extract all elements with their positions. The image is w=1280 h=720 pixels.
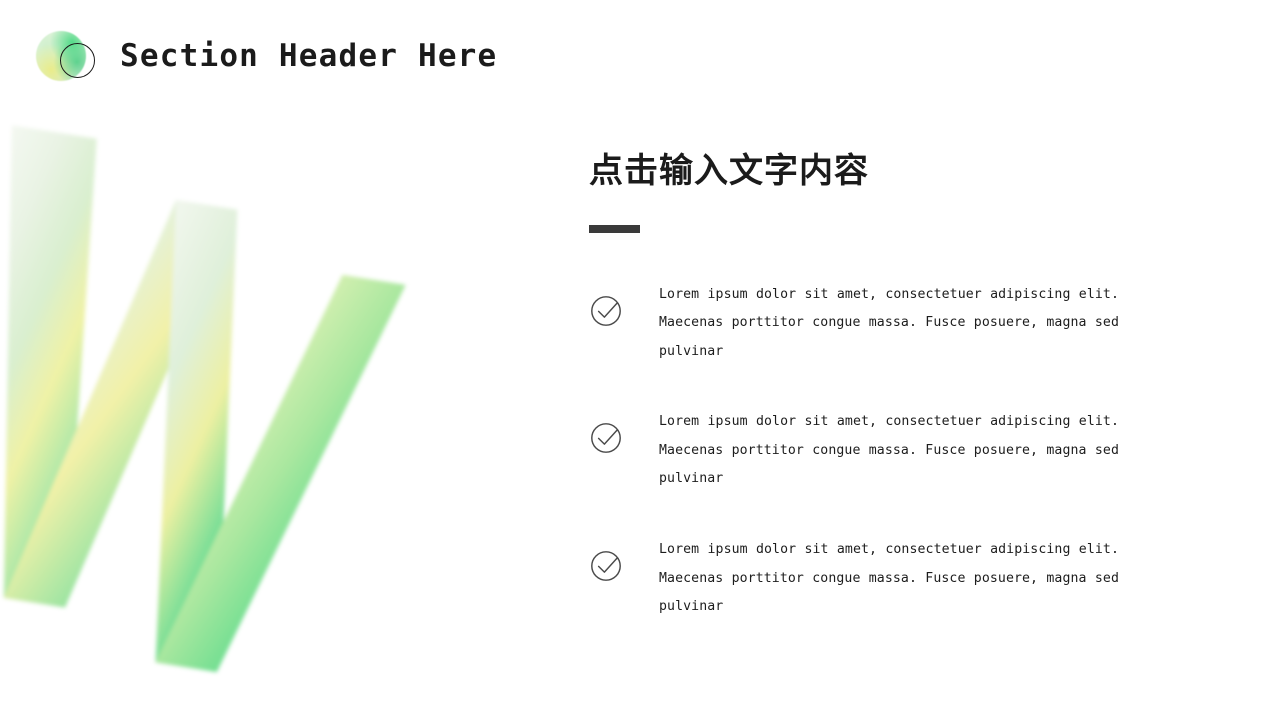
section-header-title: Section Header Here (120, 38, 498, 74)
check-circle-icon (589, 420, 625, 456)
list-item[interactable]: Lorem ipsum dolor sit amet, consectetuer… (589, 408, 1129, 494)
check-circle-icon (589, 293, 625, 329)
slide-canvas: Section Header Here 点击输入文字内容 Lorem ipsum… (0, 0, 1280, 720)
brand-logo (36, 30, 98, 82)
title-divider (589, 224, 640, 233)
check-circle-icon (589, 548, 625, 584)
list-item[interactable]: Lorem ipsum dolor sit amet, consectetuer… (589, 281, 1129, 367)
list-item-text: Lorem ipsum dolor sit amet, consectetuer… (659, 286, 1119, 359)
slide-header: Section Header Here (0, 0, 1280, 112)
bullet-list: Lorem ipsum dolor sit amet, consectetuer… (589, 281, 1129, 622)
decorative-letter-w (0, 110, 500, 720)
list-item[interactable]: Lorem ipsum dolor sit amet, consectetuer… (589, 536, 1129, 622)
list-item-text: Lorem ipsum dolor sit amet, consectetuer… (659, 542, 1119, 615)
page-title: 点击输入文字内容 (589, 151, 869, 191)
outline-circle-icon (60, 43, 95, 78)
content-column: 点击输入文字内容 Lorem ipsum dolor sit amet, con… (589, 150, 1129, 622)
list-item-text: Lorem ipsum dolor sit amet, consectetuer… (659, 414, 1119, 487)
